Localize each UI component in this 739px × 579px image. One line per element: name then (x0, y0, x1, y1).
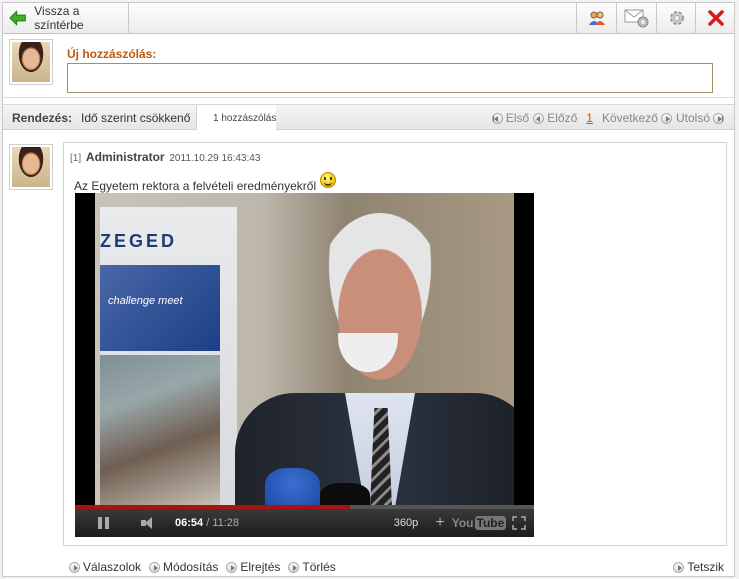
plus-icon: + (435, 514, 445, 531)
delete-icon (288, 561, 300, 573)
video-banner-slogan: challenge meet (100, 265, 220, 351)
comment-window: Vissza a színtérbe Új hozzászólás: Rende… (2, 2, 735, 577)
smiley-icon (320, 172, 337, 188)
comment-text-row: Az Egyetem rektora a felvételi eredménye… (74, 172, 337, 194)
sort-label: Rendezés: (12, 111, 73, 125)
avatar (9, 39, 53, 85)
video-time: 06:54 / 11:28 (169, 509, 239, 537)
comment-header: [1] Administrator 2011.10.29 16:43:43 (70, 150, 260, 164)
close-button[interactable] (695, 3, 735, 33)
youtube-logo-tube: Tube (474, 516, 507, 530)
settings-icon (669, 11, 684, 25)
video-player[interactable]: ZEGED challenge meet 06:54 / 11:28 360p … (75, 193, 534, 537)
mail-settings-icon (624, 9, 648, 28)
reply-icon (69, 561, 80, 573)
new-comment-input[interactable] (67, 63, 713, 93)
delete-label: Törlés (302, 560, 336, 574)
edit-icon (149, 561, 161, 573)
video-progress-fill (75, 505, 351, 509)
video-microphone (265, 468, 320, 508)
hide-button[interactable]: Elrejtés (226, 560, 280, 574)
members-button[interactable] (576, 3, 616, 33)
sort-dropdown[interactable]: Idő szerint csökkenő (81, 111, 190, 125)
next-page-button[interactable]: Következő (602, 111, 672, 125)
edit-button[interactable]: Módosítás (149, 560, 218, 574)
sort-bar: Rendezés: Idő szerint csökkenő 1 hozzász… (3, 104, 734, 130)
like-button[interactable]: Tetszik (673, 560, 724, 574)
new-comment-section: Új hozzászólás: (3, 34, 734, 98)
volume-icon (141, 517, 161, 529)
youtube-logo: You Tube (452, 516, 507, 530)
reply-label: Válaszolok (83, 560, 142, 574)
comment-text: Az Egyetem rektora a felvételi eredménye… (74, 179, 317, 193)
video-person-mustache (333, 333, 403, 378)
comment-actions: Válaszolok Módosítás Elrejtés Törlés (69, 560, 336, 574)
fullscreen-icon (512, 516, 526, 530)
volume-button[interactable] (133, 509, 169, 537)
like-icon (673, 561, 685, 573)
comment-count: 1 hozzászólás (213, 113, 277, 124)
next-page-label: Következő (601, 111, 658, 125)
last-page-button[interactable]: Utolsó (676, 111, 724, 125)
new-comment-label: Új hozzászólás: (67, 47, 157, 61)
like-label: Tetszik (687, 560, 724, 574)
users-icon (588, 11, 605, 25)
pause-button[interactable] (75, 509, 133, 537)
expand-button[interactable]: + (426, 509, 454, 537)
prev-page-button[interactable]: Előző (533, 111, 577, 125)
toolbar: Vissza a színtérbe (3, 3, 734, 34)
comment-author[interactable]: Administrator (86, 150, 165, 164)
video-time-separator: / (203, 517, 213, 529)
hide-icon (226, 561, 238, 573)
quality-button[interactable]: 360p (386, 509, 426, 537)
fullscreen-button[interactable] (504, 509, 534, 537)
last-page-label: Utolsó (675, 111, 710, 125)
pagination: Első Előző 1 Következő Utolsó (491, 111, 724, 125)
pause-icon (98, 517, 110, 529)
first-page-label: Első (505, 111, 530, 125)
video-frame[interactable]: ZEGED challenge meet (95, 193, 514, 509)
video-controls: 06:54 / 11:28 360p + You Tube (75, 505, 534, 537)
delete-button[interactable]: Törlés (288, 560, 336, 574)
video-progress-bar[interactable] (75, 505, 534, 509)
comment-avatar (9, 144, 53, 190)
prev-page-label: Előző (547, 111, 578, 125)
video-banner-building (100, 355, 220, 505)
edit-label: Módosítás (163, 560, 219, 574)
close-icon (707, 10, 724, 26)
settings-button[interactable] (656, 3, 696, 33)
avatar-image (12, 42, 50, 82)
back-button-label: Vissza a színtérbe (34, 4, 84, 32)
youtube-logo-you: You (451, 516, 474, 530)
last-page-icon (713, 112, 724, 124)
next-page-icon (660, 112, 672, 124)
comment: [1] Administrator 2011.10.29 16:43:43 Az… (63, 142, 727, 546)
comment-avatar-image (12, 147, 50, 187)
mail-settings-button[interactable] (616, 3, 656, 33)
prev-page-icon (533, 112, 545, 124)
first-page-icon (491, 112, 503, 124)
video-quality: 360p (393, 517, 419, 529)
reply-button[interactable]: Válaszolok (69, 560, 141, 574)
video-current-time: 06:54 (175, 517, 204, 529)
video-banner: ZEGED challenge meet (100, 207, 237, 507)
hide-label: Elrejtés (240, 560, 281, 574)
first-page-button[interactable]: Első (491, 111, 530, 125)
video-banner-text: ZEGED (100, 231, 178, 251)
video-duration: 11:28 (212, 517, 240, 529)
youtube-logo-button[interactable]: You Tube (452, 509, 507, 537)
current-page[interactable]: 1 (586, 111, 593, 125)
back-to-space-button[interactable]: Vissza a színtérbe (3, 3, 129, 33)
comment-index: [1] (70, 153, 82, 164)
comment-timestamp: 2011.10.29 16:43:43 (169, 153, 261, 164)
back-arrow-icon (9, 10, 26, 26)
